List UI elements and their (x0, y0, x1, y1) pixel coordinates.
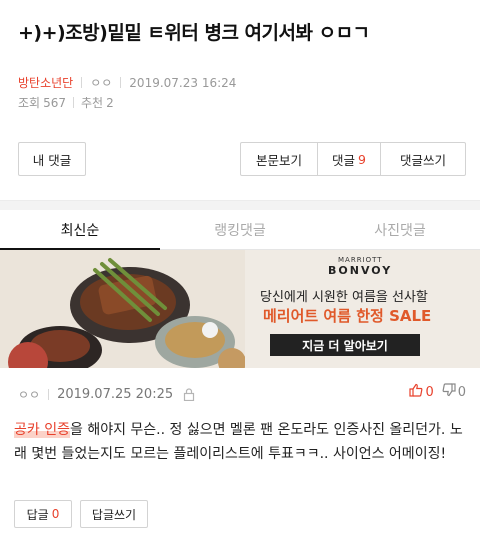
comments-label: 댓글 (332, 152, 356, 168)
tab-ranking[interactable]: 랭킹댓글 (160, 210, 320, 249)
divider (120, 77, 122, 88)
ad-brand-top: MARRIOTT (338, 256, 383, 264)
comment-actions-group: 본문보기 댓글 9 댓글쓰기 (240, 142, 466, 176)
thumbs-up-icon (409, 383, 423, 401)
comments-button[interactable]: 댓글 9 (318, 143, 380, 175)
reply-label: 답글 (26, 507, 49, 522)
post-author: ㅇㅇ (90, 76, 113, 90)
upvote-button[interactable]: 0 (409, 383, 434, 401)
lock-icon (183, 388, 195, 401)
view-post-button[interactable]: 본문보기 (241, 143, 317, 175)
comment-date: 2019.07.25 20:25 (57, 387, 174, 402)
ad-cta-button[interactable]: 지금 더 알아보기 (270, 334, 420, 356)
views-label: 조회 (18, 96, 41, 110)
tab-latest[interactable]: 최신순 (0, 210, 160, 250)
comment-sort-tabs: 최신순 랭킹댓글 사진댓글 (0, 210, 480, 250)
post-meta: 방탄소년단 ㅇㅇ 2019.07.23 16:24 (18, 74, 236, 91)
reply-button[interactable]: 답글 0 (14, 500, 72, 528)
write-comment-button[interactable]: 댓글쓰기 (381, 143, 465, 175)
ad-banner[interactable]: MARRIOTT BONVOY 당신에게 시원한 여름을 선사할 메리어트 여름… (0, 250, 480, 368)
comment-highlight: 공카 인증 (14, 422, 70, 438)
ad-sale-text: 메리어트 여름 한정 SALE (263, 307, 432, 325)
comment-votes: 0 0 (401, 383, 466, 401)
recommend-label: 추천 (81, 96, 104, 110)
post-stats: 조회 567 추천 2 (18, 94, 114, 111)
comment-author: ㅇㅇ (18, 388, 41, 402)
my-comments-button[interactable]: 내 댓글 (18, 142, 86, 176)
tab-photo[interactable]: 사진댓글 (320, 210, 480, 249)
section-separator (0, 200, 480, 210)
food-image (0, 250, 245, 368)
comments-count: 9 (358, 151, 366, 167)
recommend-count: 2 (106, 95, 114, 110)
comment-text: 공카 인증을 해야지 무슨.. 정 싫으면 멜론 팬 온도라도 인증사진 올리던… (14, 418, 470, 466)
thumbs-down-icon (442, 383, 456, 401)
divider (81, 77, 83, 88)
write-reply-button[interactable]: 답글쓰기 (80, 500, 148, 528)
downvote-count: 0 (457, 384, 466, 400)
ad-brand-logo: BONVOY (328, 264, 393, 277)
divider (73, 97, 74, 108)
post-datetime: 2019.07.23 16:24 (129, 75, 237, 90)
comment-body: 을 해야지 무슨.. 정 싫으면 멜론 팬 온도라도 인증사진 올리던가. 노래… (14, 422, 463, 462)
divider (48, 389, 50, 400)
board-name[interactable]: 방탄소년단 (18, 74, 73, 91)
comment-meta: ㅇㅇ 2019.07.25 20:25 (18, 386, 195, 403)
ad-headline: 당신에게 시원한 여름을 선사할 (260, 290, 428, 305)
reply-count: 0 (51, 507, 60, 521)
post-title: +)+)조방)밑밑 ㅌ위터 병크 여기서봐 ㅇㅁㄱ (18, 22, 370, 44)
views-count: 567 (43, 95, 66, 110)
upvote-count: 0 (425, 384, 434, 400)
downvote-button[interactable]: 0 (442, 383, 466, 401)
